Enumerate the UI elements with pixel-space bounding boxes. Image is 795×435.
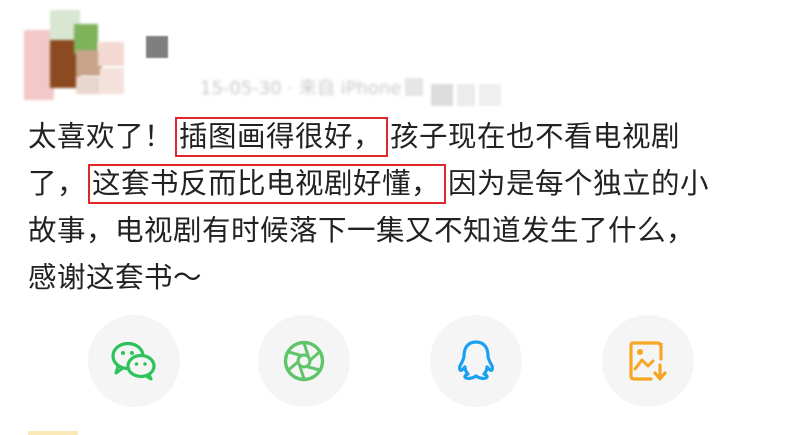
qq-icon bbox=[458, 340, 494, 380]
username-blurred[interactable] bbox=[146, 36, 168, 58]
highlighted-phrase: 插图画得很好， bbox=[175, 117, 389, 157]
comment-segment: 感谢这套书～ bbox=[28, 261, 203, 294]
comment-segment: 故事，电视剧有时候落下一集又不知道发生了什么， bbox=[28, 214, 696, 247]
wechat-icon bbox=[111, 341, 156, 381]
highlighted-phrase: 这套书反而比电视剧好懂， bbox=[88, 164, 447, 204]
comment-line: 了， 这套书反而比电视剧好懂， 因为是每个独立的小 bbox=[28, 160, 780, 207]
comment-segment: 太喜欢了！ bbox=[28, 120, 174, 153]
comment-line: 太喜欢了！ 插图画得很好， 孩子现在也不看电视剧 bbox=[28, 113, 780, 160]
comment-line: 故事，电视剧有时候落下一集又不知道发生了什么， bbox=[28, 207, 780, 254]
comment-line: 感谢这套书～ bbox=[28, 254, 780, 301]
comment-card: 15-05-30 · 来自 iPhone 太喜欢了！ 插图画得很好， 孩子现在也不看… bbox=[0, 0, 795, 435]
comment-text: 太喜欢了！ 插图画得很好， 孩子现在也不看电视剧 了， 这套书反而比电视剧好懂， 因为是… bbox=[28, 113, 780, 301]
moments-icon bbox=[283, 340, 325, 382]
comment-segment: 因为是每个独立的小 bbox=[448, 167, 710, 200]
post-meta: 15-05-30 · 来自 iPhone bbox=[200, 78, 402, 99]
share-moments-button[interactable] bbox=[258, 315, 350, 407]
save-image-button[interactable] bbox=[602, 315, 694, 407]
share-bar bbox=[0, 315, 795, 411]
share-qq-button[interactable] bbox=[430, 315, 522, 407]
share-wechat-button[interactable] bbox=[88, 315, 180, 407]
comment-segment: 了， bbox=[28, 167, 87, 200]
avatar[interactable] bbox=[24, 10, 134, 110]
bottom-edge-decoration bbox=[28, 431, 78, 435]
comment-segment: 孩子现在也不看电视剧 bbox=[390, 120, 681, 153]
save-image-icon bbox=[629, 341, 667, 381]
